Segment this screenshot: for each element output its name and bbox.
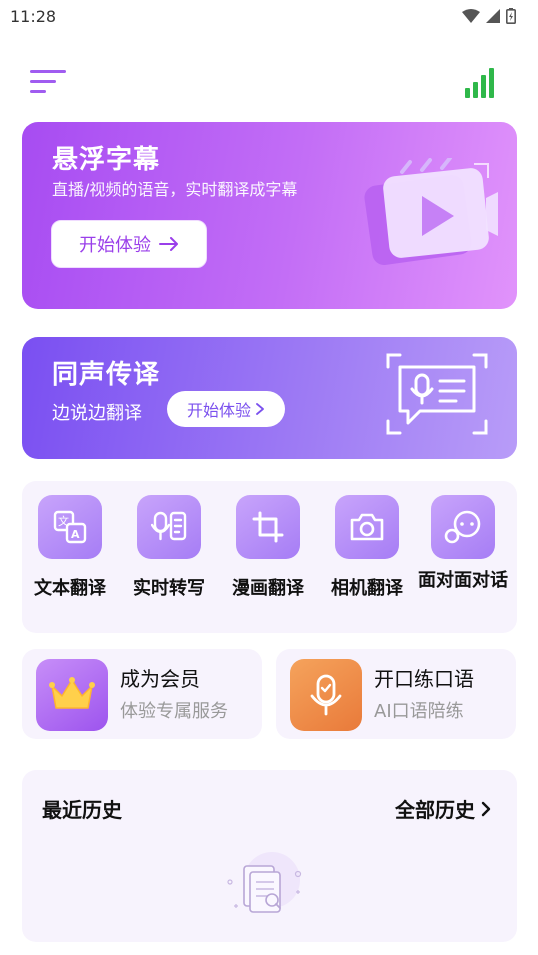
text-translate-icon: 文 A bbox=[38, 495, 102, 559]
all-history-label: 全部历史 bbox=[395, 798, 475, 822]
menu-icon[interactable] bbox=[30, 68, 66, 96]
wifi-icon bbox=[462, 9, 480, 23]
history-title: 最近历史 bbox=[42, 798, 122, 822]
signal-bars-icon[interactable] bbox=[464, 68, 498, 100]
chat-bubbles-icon bbox=[431, 495, 495, 559]
status-icons bbox=[462, 8, 516, 24]
tool-label: 实时转写 bbox=[133, 578, 205, 599]
speaking-practice-subtitle: AI口语陪练 bbox=[374, 701, 464, 722]
start-button-label: 开始体验 bbox=[186, 401, 251, 420]
mic-subtitle-icon bbox=[386, 353, 488, 435]
status-bar: 11:28 bbox=[0, 0, 538, 32]
floating-subtitles-title: 悬浮字幕 bbox=[52, 145, 161, 175]
tool-realtime-transcribe[interactable]: 实时转写 bbox=[121, 495, 217, 601]
membership-card[interactable]: 成为会员 体验专属服务 bbox=[22, 649, 262, 739]
camera-icon bbox=[335, 495, 399, 559]
tool-comic-translate[interactable]: 漫画翻译 bbox=[220, 495, 316, 601]
battery-icon bbox=[506, 8, 516, 24]
simultaneous-subtitle: 边说边翻译 bbox=[52, 403, 142, 424]
status-time: 11:28 bbox=[10, 6, 57, 26]
video-clapper-icon bbox=[364, 158, 498, 266]
tools-grid: 文 A 文本翻译 实时转写 漫画翻译 相机翻译 面对面对话 bbox=[22, 481, 517, 633]
mic-transcribe-icon bbox=[137, 495, 201, 559]
arrow-right-icon bbox=[159, 237, 178, 251]
recent-history-section: 最近历史 全部历史 bbox=[22, 770, 517, 942]
empty-history-icon bbox=[227, 852, 302, 913]
cell-signal-icon bbox=[486, 9, 500, 23]
tool-label: 漫画翻译 bbox=[232, 578, 304, 599]
tool-label: 相机翻译 bbox=[331, 578, 403, 599]
crop-icon bbox=[236, 495, 300, 559]
tool-camera-translate[interactable]: 相机翻译 bbox=[319, 495, 415, 601]
simultaneous-title: 同声传译 bbox=[52, 360, 161, 390]
all-history-link[interactable]: 全部历史 bbox=[395, 794, 491, 823]
chevron-right-icon bbox=[481, 801, 491, 816]
tool-label: 文本翻译 bbox=[34, 578, 106, 599]
floating-subtitles-subtitle: 直播/视频的语音，实时翻译成字幕 bbox=[52, 180, 298, 199]
tool-label: 面对面对话 bbox=[418, 570, 508, 591]
simultaneous-interpretation-card[interactable]: 同声传译 边说边翻译 开始体验 bbox=[22, 337, 517, 459]
speaking-practice-title: 开口练口语 bbox=[374, 667, 474, 691]
mic-check-icon bbox=[290, 659, 362, 731]
start-button-label: 开始体验 bbox=[79, 235, 151, 256]
svg-text:A: A bbox=[71, 528, 80, 541]
speaking-practice-card[interactable]: 开口练口语 AI口语陪练 bbox=[276, 649, 516, 739]
tool-face-to-face[interactable]: 面对面对话 bbox=[415, 495, 511, 595]
svg-text:文: 文 bbox=[58, 514, 69, 528]
membership-subtitle: 体验专属服务 bbox=[120, 701, 228, 722]
floating-subtitles-card[interactable]: 悬浮字幕 直播/视频的语音，实时翻译成字幕 开始体验 bbox=[22, 122, 517, 309]
membership-title: 成为会员 bbox=[120, 667, 200, 691]
simultaneous-start-button[interactable]: 开始体验 bbox=[167, 391, 285, 427]
floating-subtitles-start-button[interactable]: 开始体验 bbox=[51, 220, 207, 268]
chevron-right-icon bbox=[256, 403, 264, 415]
crown-icon bbox=[36, 659, 108, 731]
tool-text-translate[interactable]: 文 A 文本翻译 bbox=[22, 495, 118, 601]
